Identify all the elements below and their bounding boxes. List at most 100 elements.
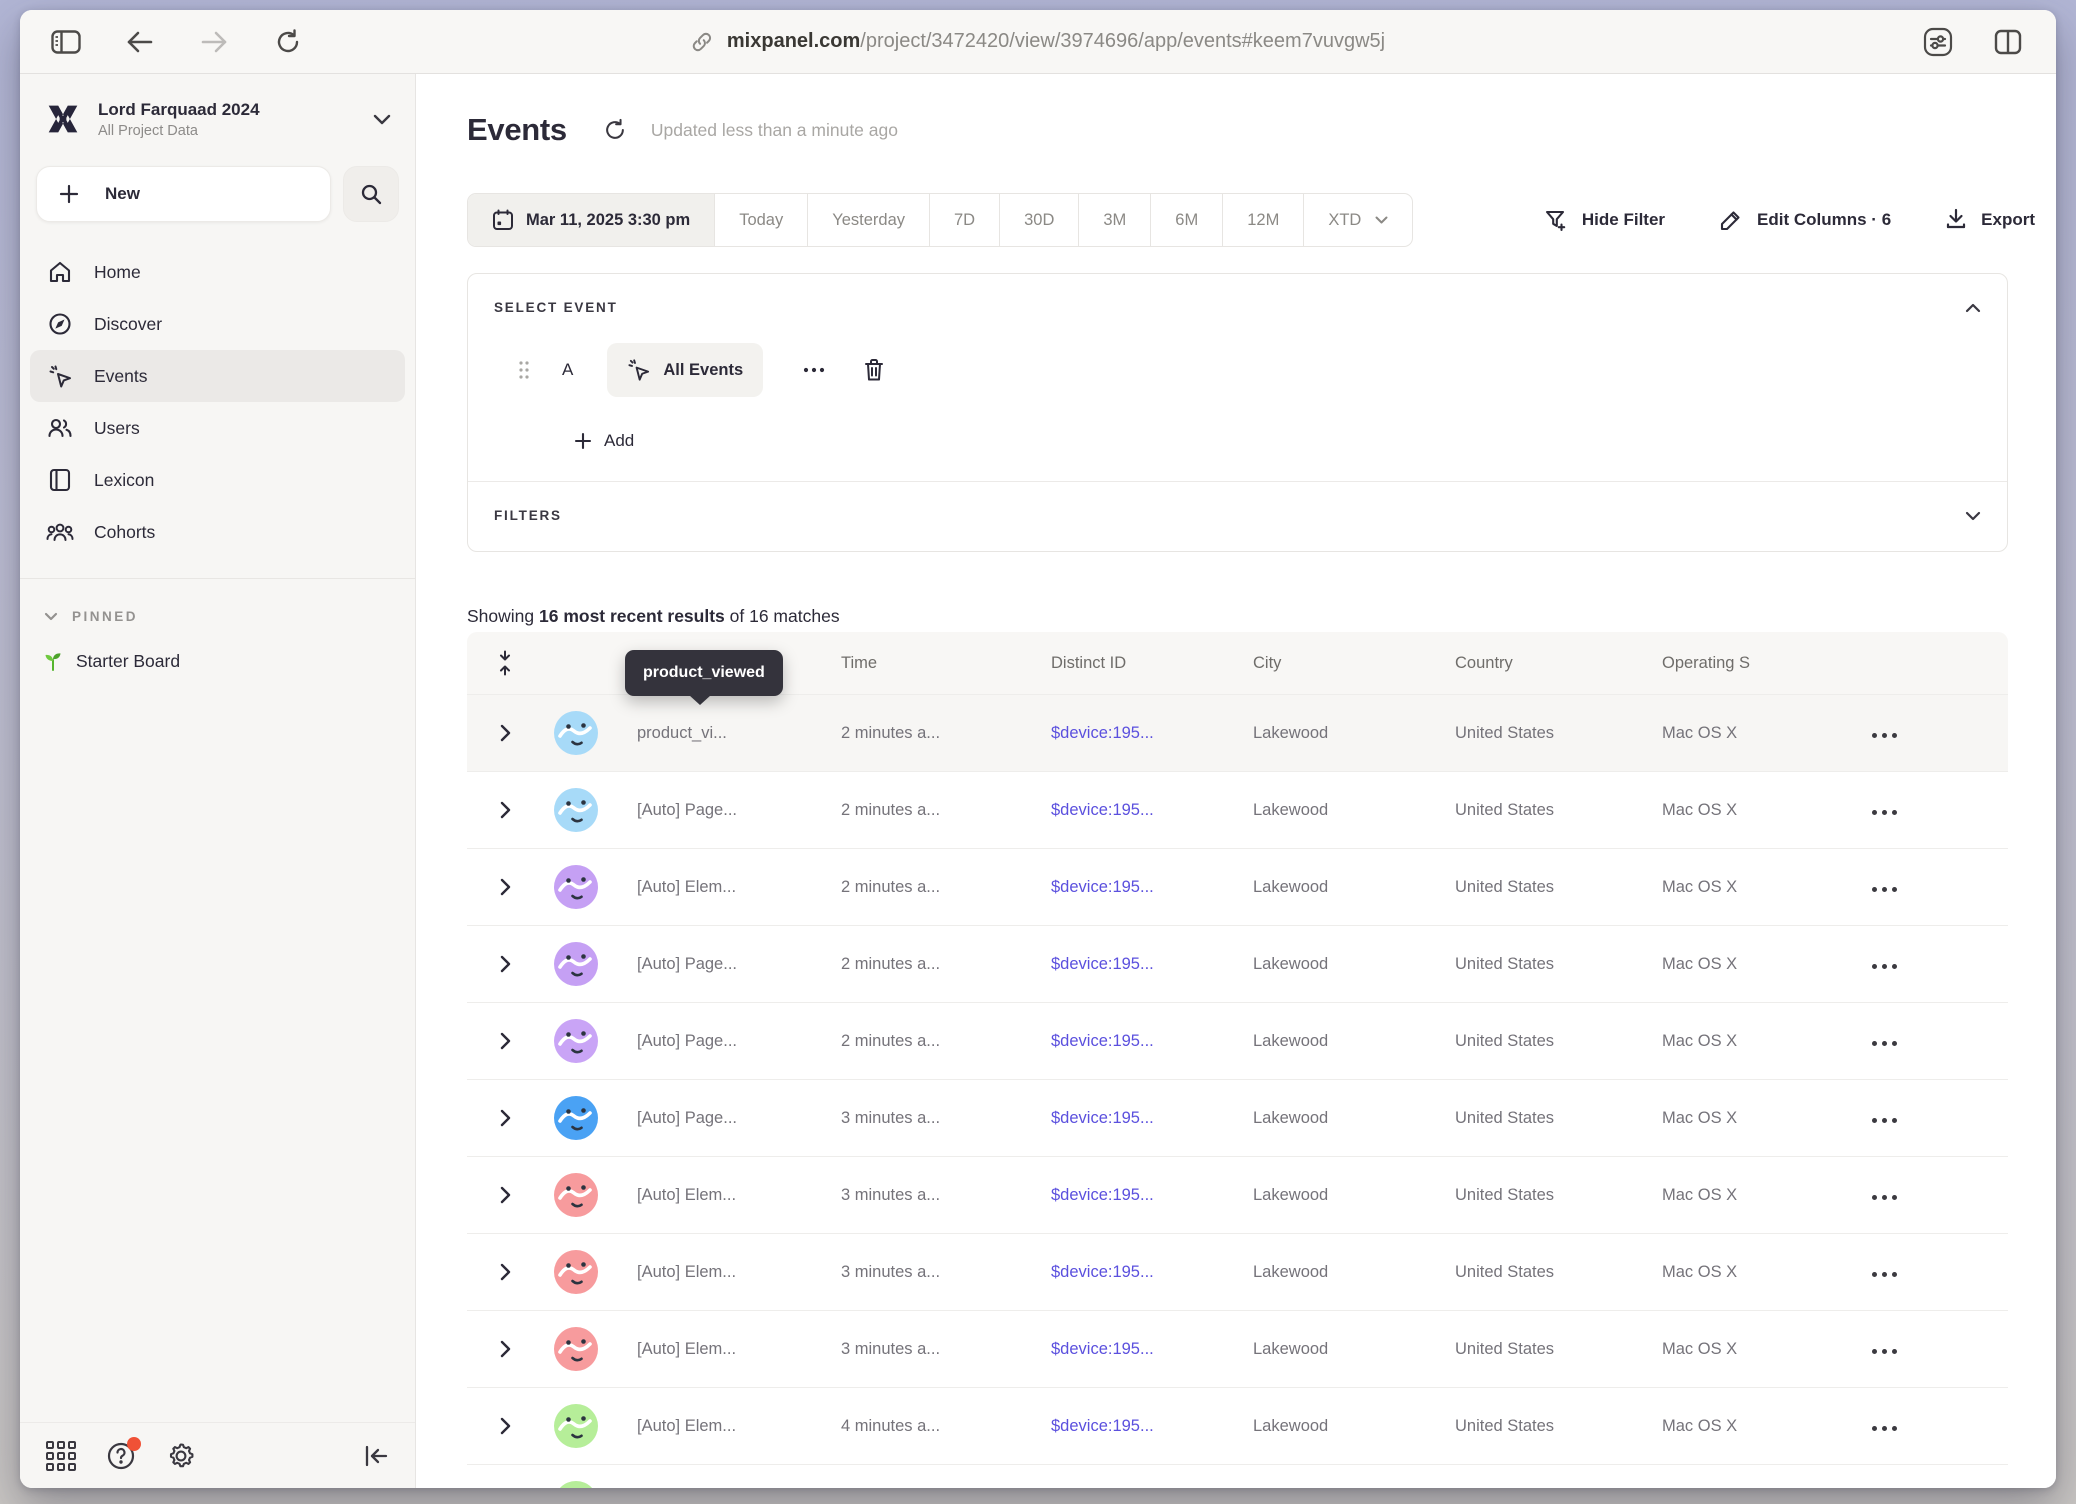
row-more-button[interactable] [1872, 887, 1897, 892]
reload-button[interactable] [268, 22, 308, 62]
distinct-id-link[interactable]: $device:195... [1023, 1109, 1225, 1128]
collapse-all-icon[interactable] [467, 650, 543, 676]
table-row[interactable]: [Auto] Page... 3 minutes a... $device:19… [467, 1079, 2008, 1156]
new-button[interactable]: New [36, 166, 331, 222]
row-more-button[interactable] [1872, 1349, 1897, 1354]
distinct-id-link[interactable]: $device:195... [1023, 955, 1225, 974]
table-row[interactable]: [Auto] Page... 2 minutes a... $device:19… [467, 771, 2008, 848]
row-more-button[interactable] [1872, 810, 1897, 815]
range-3m[interactable]: 3M [1078, 194, 1150, 246]
event-name[interactable]: [Auto] Page... [609, 801, 813, 820]
plus-icon [574, 432, 592, 450]
row-more-button[interactable] [1872, 1041, 1897, 1046]
sidebar-item-discover[interactable]: Discover [30, 298, 405, 350]
sidebar-item-events[interactable]: Events [30, 350, 405, 402]
event-selector-pill[interactable]: All Events [607, 343, 763, 397]
city-value: Lakewood [1225, 1340, 1427, 1359]
row-expand-icon[interactable] [500, 1417, 511, 1435]
distinct-id-link[interactable]: $device:195... [1023, 1340, 1225, 1359]
distinct-id-link[interactable]: $device:195... [1023, 1263, 1225, 1282]
export-button[interactable]: Export [1945, 208, 2035, 232]
chevron-up-icon[interactable] [1965, 303, 1981, 313]
event-more-button[interactable] [803, 367, 825, 373]
row-expand-icon[interactable] [500, 1032, 511, 1050]
table-row[interactable] [467, 1464, 2008, 1488]
sidebar-item-lexicon[interactable]: Lexicon [30, 454, 405, 506]
event-name[interactable]: [Auto] Elem... [609, 1186, 813, 1205]
row-expand-icon[interactable] [500, 1186, 511, 1204]
hide-filter-button[interactable]: Hide Filter [1544, 208, 1665, 232]
sidebar-item-cohorts[interactable]: Cohorts [30, 506, 405, 558]
event-name[interactable]: product_vi... [609, 724, 813, 743]
event-name[interactable]: [Auto] Elem... [609, 878, 813, 897]
pinned-section-header[interactable]: PINNED [44, 609, 391, 624]
row-more-button[interactable] [1872, 733, 1897, 738]
table-row[interactable]: product_vi... 2 minutes a... $device:195… [467, 694, 2008, 771]
sidebar-item-users[interactable]: Users [30, 402, 405, 454]
pinned-board-starter[interactable]: Starter Board [42, 650, 391, 672]
event-name[interactable]: [Auto] Elem... [609, 1263, 813, 1282]
drag-handle-icon[interactable] [518, 360, 530, 380]
back-button[interactable] [120, 22, 160, 62]
search-button[interactable] [343, 166, 399, 222]
row-more-button[interactable] [1872, 1272, 1897, 1277]
row-expand-icon[interactable] [500, 1109, 511, 1127]
event-name[interactable]: [Auto] Elem... [609, 1417, 813, 1436]
row-expand-icon[interactable] [500, 724, 511, 742]
row-expand-icon[interactable] [500, 878, 511, 896]
browser-sidebar-toggle-icon[interactable] [46, 22, 86, 62]
distinct-id-link[interactable]: $device:195... [1023, 878, 1225, 897]
row-more-button[interactable] [1872, 964, 1897, 969]
collapse-sidebar-icon[interactable] [363, 1444, 389, 1468]
date-picker-segment[interactable]: Mar 11, 2025 3:30 pm [468, 194, 714, 246]
table-row[interactable]: [Auto] Elem... 2 minutes a... $device:19… [467, 848, 2008, 925]
row-expand-icon[interactable] [500, 955, 511, 973]
range-today[interactable]: Today [714, 194, 807, 246]
event-name[interactable]: [Auto] Page... [609, 1032, 813, 1051]
trash-icon[interactable] [863, 358, 885, 382]
column-os[interactable]: Operating S [1634, 654, 1820, 673]
table-row[interactable]: [Auto] Elem... 4 minutes a... $device:19… [467, 1387, 2008, 1464]
column-time[interactable]: Time [813, 654, 1023, 673]
range-12m[interactable]: 12M [1222, 194, 1303, 246]
row-more-button[interactable] [1872, 1195, 1897, 1200]
address-bar[interactable]: mixpanel.com/project/3472420/view/397469… [691, 10, 1385, 73]
workspace-switcher[interactable]: Lord Farquaad 2024 All Project Data [20, 74, 415, 150]
row-expand-icon[interactable] [500, 1340, 511, 1358]
distinct-id-link[interactable]: $device:195... [1023, 1417, 1225, 1436]
settings-gear-icon[interactable] [166, 1441, 196, 1471]
edit-columns-button[interactable]: Edit Columns · 6 [1719, 208, 1891, 232]
column-city[interactable]: City [1225, 654, 1427, 673]
split-view-icon[interactable] [1988, 22, 2028, 62]
table-row[interactable]: [Auto] Elem... 3 minutes a... $device:19… [467, 1310, 2008, 1387]
table-row[interactable]: [Auto] Page... 2 minutes a... $device:19… [467, 925, 2008, 1002]
page-settings-icon[interactable] [1918, 22, 1958, 62]
row-expand-icon[interactable] [500, 1263, 511, 1281]
help-icon[interactable] [106, 1441, 136, 1471]
distinct-id-link[interactable]: $device:195... [1023, 801, 1225, 820]
table-row[interactable]: [Auto] Elem... 3 minutes a... $device:19… [467, 1156, 2008, 1233]
table-row[interactable]: [Auto] Page... 2 minutes a... $device:19… [467, 1002, 2008, 1079]
event-name[interactable]: [Auto] Elem... [609, 1340, 813, 1359]
table-row[interactable]: [Auto] Elem... 3 minutes a... $device:19… [467, 1233, 2008, 1310]
distinct-id-link[interactable]: $device:195... [1023, 1032, 1225, 1051]
range-6m[interactable]: 6M [1150, 194, 1222, 246]
row-more-button[interactable] [1872, 1118, 1897, 1123]
column-country[interactable]: Country [1427, 654, 1634, 673]
event-name[interactable]: [Auto] Page... [609, 1109, 813, 1128]
range-yesterday[interactable]: Yesterday [807, 194, 929, 246]
distinct-id-link[interactable]: $device:195... [1023, 724, 1225, 743]
column-distinct-id[interactable]: Distinct ID [1023, 654, 1225, 673]
sidebar-item-home[interactable]: Home [30, 246, 405, 298]
row-more-button[interactable] [1872, 1426, 1897, 1431]
apps-grid-icon[interactable] [46, 1441, 76, 1471]
row-expand-icon[interactable] [500, 801, 511, 819]
range-7d[interactable]: 7D [929, 194, 999, 246]
distinct-id-link[interactable]: $device:195... [1023, 1186, 1225, 1205]
chevron-down-icon[interactable] [1965, 511, 1981, 521]
range-30d[interactable]: 30D [999, 194, 1078, 246]
range-xtd[interactable]: XTD [1303, 194, 1412, 246]
event-name[interactable]: [Auto] Page... [609, 955, 813, 974]
add-event-button[interactable]: Add [574, 431, 2007, 451]
refresh-icon[interactable] [603, 118, 627, 142]
